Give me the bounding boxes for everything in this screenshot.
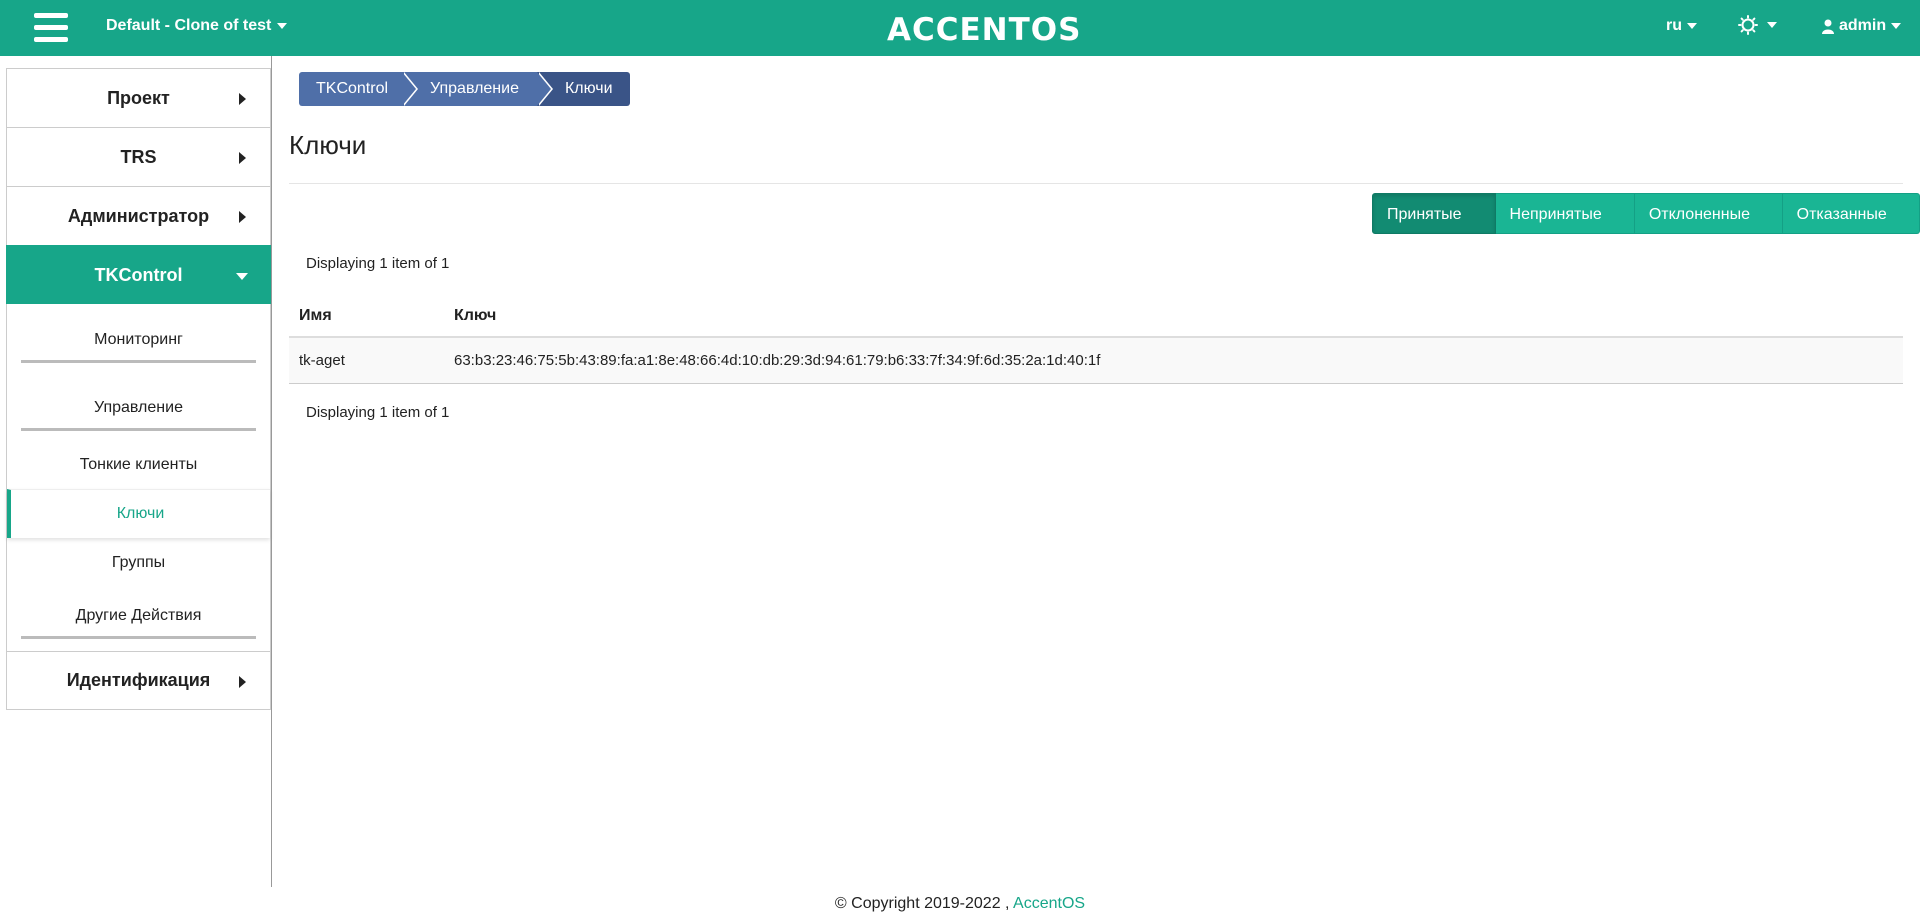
- filter-accepted-button[interactable]: Принятые (1): [1372, 193, 1496, 264]
- project-selector-label: Default - Clone of test: [106, 17, 272, 34]
- user-menu[interactable]: admin: [1822, 17, 1902, 35]
- sidebar-item-tkcontrol[interactable]: TKControl: [6, 245, 271, 304]
- footer: © Copyright 2019-2022 , AccentOS: [0, 895, 1920, 913]
- divider: [21, 635, 256, 639]
- submenu-group-label: Другие Действия: [75, 606, 202, 624]
- submenu-group-label: Мониторинг: [94, 330, 183, 348]
- sidebar-item-label: Идентификация: [66, 670, 211, 690]
- chevron-right-icon: [239, 93, 246, 105]
- table-count-bottom: Displaying 1 item of 1: [306, 404, 450, 421]
- breadcrumb-label: TKControl: [316, 80, 389, 97]
- breadcrumb-item-management[interactable]: Управление: [402, 72, 553, 106]
- sidebar-item-label: TRS: [120, 146, 157, 167]
- table-row[interactable]: tk-aget 63:b3:23:46:75:5b:43:89:fa:a1:8e…: [289, 338, 1903, 384]
- logo: ACCENTOS: [887, 12, 1082, 48]
- sidebar-divider: [271, 56, 272, 887]
- page-title: Ключи: [289, 130, 367, 160]
- user-icon: [1822, 19, 1834, 34]
- chevron-right-icon: [239, 211, 246, 223]
- cell-key: 63:b3:23:46:75:5b:43:89:fa:a1:8e:48:66:4…: [454, 352, 1101, 369]
- theme-selector[interactable]: [1738, 15, 1777, 35]
- chevron-down-icon: [1687, 23, 1697, 29]
- chevron-down-icon: [236, 273, 248, 280]
- copyright-text: © Copyright 2019-2022 ,: [834, 895, 1010, 912]
- breadcrumb-separator-icon: [402, 72, 417, 106]
- filter-unaccepted-button[interactable]: Непринятые (0): [1495, 193, 1635, 264]
- user-name: admin: [1839, 17, 1887, 34]
- cell-name: tk-aget: [299, 352, 345, 369]
- sidebar-item-label: TKControl: [94, 264, 183, 285]
- breadcrumb-label: Ключи: [564, 80, 613, 97]
- filter-denied-button[interactable]: Отказанные (0): [1782, 193, 1920, 264]
- top-navbar: Default - Clone of test ACCENTOS ru admi…: [0, 0, 1920, 56]
- column-header-name[interactable]: Имя: [289, 307, 454, 325]
- breadcrumb-separator-icon: [536, 72, 551, 106]
- sun-icon: [1738, 15, 1758, 35]
- table-header: Имя Ключ: [289, 296, 1903, 338]
- divider: [21, 359, 256, 363]
- tkcontrol-submenu: Мониторинг Управление Тонкие клиенты Клю…: [6, 304, 271, 651]
- table-count-top: Displaying 1 item of 1: [306, 255, 450, 272]
- submenu-group-label: Управление: [94, 398, 183, 416]
- chevron-down-icon: [277, 23, 288, 29]
- breadcrumb-item-tkcontrol[interactable]: TKControl: [299, 72, 419, 106]
- project-selector[interactable]: Default - Clone of test: [106, 17, 288, 35]
- key-status-filter: Принятые (1) Непринятые (0) Отклоненные …: [1372, 193, 1920, 264]
- sidebar-item-project[interactable]: Проект: [6, 68, 271, 127]
- sidebar-item-label: Администратор: [67, 205, 210, 226]
- divider: [289, 183, 1903, 184]
- submenu-group-other-actions[interactable]: Другие Действия: [7, 587, 270, 647]
- footer-link-accentos[interactable]: AccentOS: [1013, 895, 1085, 912]
- language-label: ru: [1666, 17, 1682, 34]
- chevron-down-icon: [1767, 22, 1777, 28]
- submenu-item-thin-clients[interactable]: Тонкие клиенты: [7, 440, 270, 489]
- sidebar-item-admin[interactable]: Администратор: [6, 186, 271, 245]
- language-selector[interactable]: ru: [1666, 17, 1697, 35]
- menu-toggle-icon[interactable]: [34, 13, 68, 43]
- column-header-key[interactable]: Ключ: [454, 307, 1903, 325]
- sidebar: Проект TRS Администратор TKControl Монит…: [6, 68, 271, 710]
- chevron-down-icon: [1891, 23, 1902, 29]
- submenu-item-groups[interactable]: Группы: [7, 538, 270, 587]
- sidebar-item-identification[interactable]: Идентификация: [6, 651, 271, 710]
- chevron-right-icon: [239, 676, 246, 688]
- sidebar-item-trs[interactable]: TRS: [6, 127, 271, 186]
- submenu-group-management[interactable]: Управление: [7, 372, 270, 440]
- divider: [21, 427, 256, 431]
- chevron-right-icon: [239, 152, 246, 164]
- sidebar-item-label: Проект: [107, 87, 170, 108]
- keys-table: Имя Ключ tk-aget 63:b3:23:46:75:5b:43:89…: [289, 296, 1903, 384]
- breadcrumb: TKControl Управление Ключи: [299, 72, 630, 106]
- submenu-item-keys[interactable]: Ключи: [7, 489, 270, 538]
- filter-rejected-button[interactable]: Отклоненные (0): [1634, 193, 1783, 264]
- breadcrumb-label: Управление: [430, 80, 519, 97]
- submenu-group-monitoring[interactable]: Мониторинг: [7, 304, 270, 372]
